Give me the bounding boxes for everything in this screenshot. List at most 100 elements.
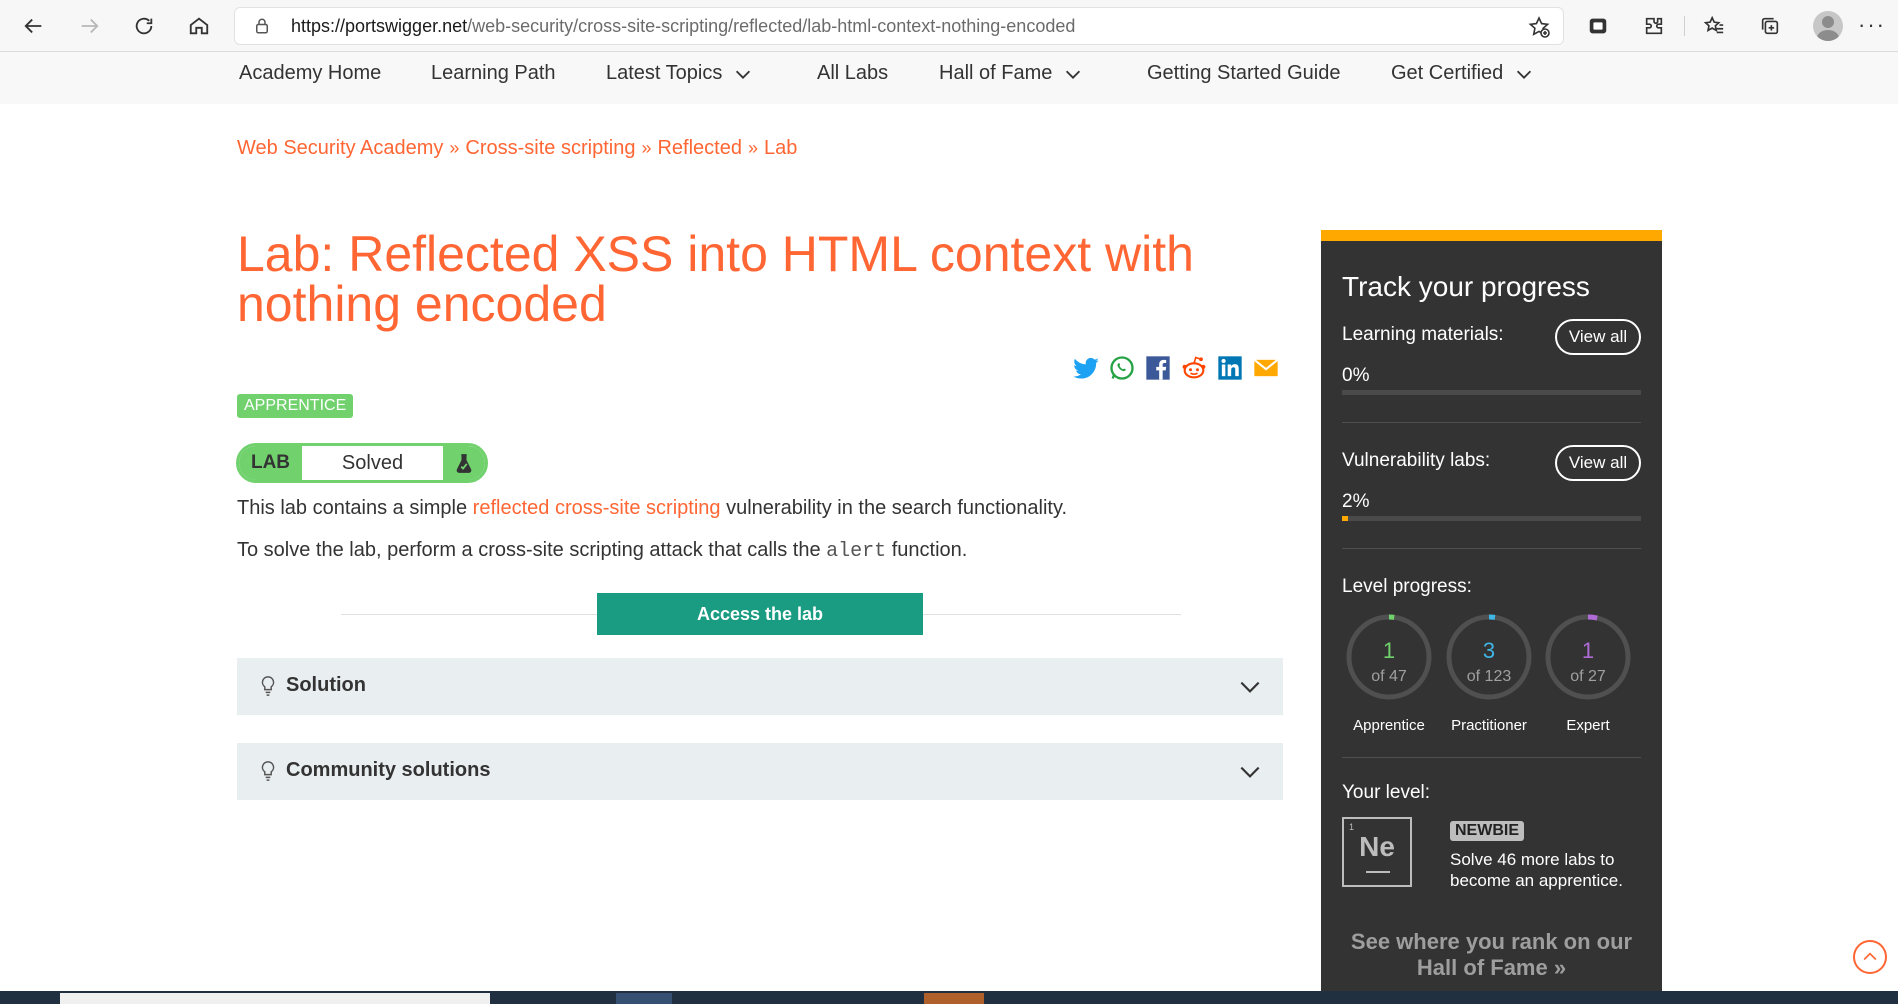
level-badge: APPRENTICE: [237, 394, 354, 418]
lab-status-widget: LAB Solved: [236, 443, 488, 483]
nav-label: Hall of Fame: [939, 62, 1053, 84]
nav-academy-home[interactable]: Academy Home: [239, 62, 381, 85]
breadcrumb: Web Security Academy» Cross-site scriptin…: [237, 137, 797, 160]
nav-learning-path[interactable]: Learning Path: [431, 62, 556, 85]
taskbar-app[interactable]: [616, 993, 672, 1004]
lightbulb-icon: [261, 761, 275, 781]
sidebar-divider: [1342, 422, 1641, 423]
breadcrumb-lab[interactable]: Lab: [764, 137, 797, 159]
expert-total: of 27: [1570, 668, 1606, 685]
level-tag: NEWBIE: [1450, 821, 1524, 841]
home-icon: [189, 17, 209, 35]
expert-solved: 1: [1581, 638, 1595, 663]
scroll-to-top-button[interactable]: [1853, 940, 1887, 974]
lab-description: This lab contains a simple reflected cro…: [237, 497, 1067, 520]
practitioner-total: of 123: [1466, 668, 1512, 685]
extension-icon[interactable]: [1584, 12, 1612, 40]
chevron-down-icon: [1517, 70, 1532, 79]
para-text: vulnerability in the search functionalit…: [720, 497, 1068, 519]
lab-instructions: To solve the lab, perform a cross-site s…: [237, 539, 967, 563]
lock-icon[interactable]: [253, 17, 271, 35]
forward-button[interactable]: [71, 8, 107, 44]
breadcrumb-xss[interactable]: Cross-site scripting: [465, 137, 635, 159]
apprentice-total: of 47: [1371, 668, 1407, 685]
chevron-down-icon: [736, 70, 751, 79]
level-progress-label: Level progress:: [1342, 576, 1472, 597]
home-button[interactable]: [181, 8, 217, 44]
solve-more-text: Solve 46 more labs to become an apprenti…: [1450, 850, 1623, 890]
collections-icon[interactable]: [1756, 12, 1784, 40]
hall-of-fame-link[interactable]: See where you rank on our Hall of Fame »: [1342, 929, 1641, 981]
reddit-icon[interactable]: [1180, 354, 1208, 382]
refresh-button[interactable]: [126, 8, 162, 44]
favorites-icon[interactable]: [1700, 12, 1728, 40]
nav-getting-started[interactable]: Getting Started Guide: [1147, 62, 1340, 85]
back-button[interactable]: [16, 8, 52, 44]
add-favorite-icon[interactable]: [1527, 15, 1551, 39]
whatsapp-icon[interactable]: [1108, 354, 1136, 382]
breadcrumb-reflected[interactable]: Reflected: [657, 137, 742, 159]
para-text: To solve the lab, perform a cross-site s…: [237, 539, 827, 561]
site-nav: Academy Home Learning Path Latest Topics…: [0, 52, 1898, 104]
lightbulb-icon: [261, 676, 275, 696]
refresh-icon: [135, 17, 153, 35]
community-solutions-accordion[interactable]: Community solutions: [237, 743, 1283, 800]
vuln-view-all-button[interactable]: View all: [1555, 445, 1641, 481]
twitter-icon[interactable]: [1072, 354, 1100, 382]
breadcrumb-separator: »: [449, 138, 460, 158]
apprentice-label: Apprentice: [1353, 717, 1425, 734]
linkedin-icon[interactable]: [1216, 354, 1244, 382]
url-text[interactable]: https://portswigger.net/web-security/cro…: [291, 16, 1075, 37]
learning-progress-bar: [1342, 390, 1641, 395]
reflected-xss-link[interactable]: reflected cross-site scripting: [473, 497, 721, 519]
practitioner-label: Practitioner: [1451, 717, 1527, 734]
url-path: /web-security/cross-site-scripting/refle…: [467, 16, 1076, 36]
para-text: This lab contains a simple: [237, 497, 473, 519]
element-symbol: Ne: [1359, 831, 1395, 862]
expert-label: Expert: [1566, 717, 1610, 734]
breadcrumb-academy[interactable]: Web Security Academy: [237, 137, 443, 159]
profile-avatar[interactable]: [1813, 11, 1843, 41]
access-lab-button[interactable]: Access the lab: [597, 593, 923, 635]
email-icon[interactable]: [1252, 354, 1280, 382]
learning-view-all-button[interactable]: View all: [1555, 319, 1641, 355]
nav-all-labs[interactable]: All Labs: [817, 62, 888, 85]
nav-label: Academy Home: [239, 62, 382, 84]
extensions-puzzle-icon[interactable]: [1640, 12, 1668, 40]
para-text: function.: [886, 539, 968, 561]
taskbar-search[interactable]: [60, 993, 490, 1004]
chevron-down-icon: [1066, 70, 1081, 79]
vuln-progress-fill: [1342, 516, 1348, 521]
apprentice-solved: 1: [1382, 638, 1396, 663]
sidebar-title: Track your progress: [1342, 271, 1590, 302]
share-icons: [1072, 354, 1280, 382]
chevron-down-icon: [1240, 681, 1260, 693]
address-bar[interactable]: https://portswigger.net/web-security/cro…: [234, 7, 1564, 45]
browser-toolbar: https://portswigger.net/web-security/cro…: [0, 0, 1898, 52]
alert-code: alert: [826, 540, 887, 563]
breadcrumb-separator: »: [641, 138, 652, 158]
nav-latest-topics[interactable]: Latest Topics: [606, 62, 754, 85]
facebook-icon[interactable]: [1144, 354, 1172, 382]
accordion-label: Community solutions: [286, 759, 491, 781]
taskbar-app[interactable]: [924, 993, 984, 1004]
toolbar-divider: [1684, 16, 1685, 36]
nav-get-certified[interactable]: Get Certified: [1391, 62, 1535, 85]
page-title: Lab: Reflected XSS into HTML context wit…: [237, 226, 1194, 332]
lab-label: LAB: [239, 446, 302, 480]
element-underline: [1366, 871, 1390, 873]
solution-accordion[interactable]: Solution: [237, 658, 1283, 715]
more-menu-button[interactable]: ···: [1858, 12, 1886, 38]
practitioner-solved: 3: [1482, 638, 1496, 663]
accordion-label: Solution: [286, 674, 366, 696]
chevron-down-icon: [1240, 766, 1260, 778]
sidebar-divider: [1342, 757, 1641, 758]
your-level-label: Your level:: [1342, 782, 1431, 803]
nav-label: Latest Topics: [606, 62, 723, 84]
nav-label: Getting Started Guide: [1147, 62, 1341, 84]
breadcrumb-separator: »: [747, 138, 758, 158]
progress-sidebar: Track your progress Learning materials: …: [1321, 230, 1662, 1004]
arrow-left-icon: [24, 18, 42, 34]
nav-label: Learning Path: [431, 62, 556, 84]
nav-hall-of-fame[interactable]: Hall of Fame: [939, 62, 1084, 85]
